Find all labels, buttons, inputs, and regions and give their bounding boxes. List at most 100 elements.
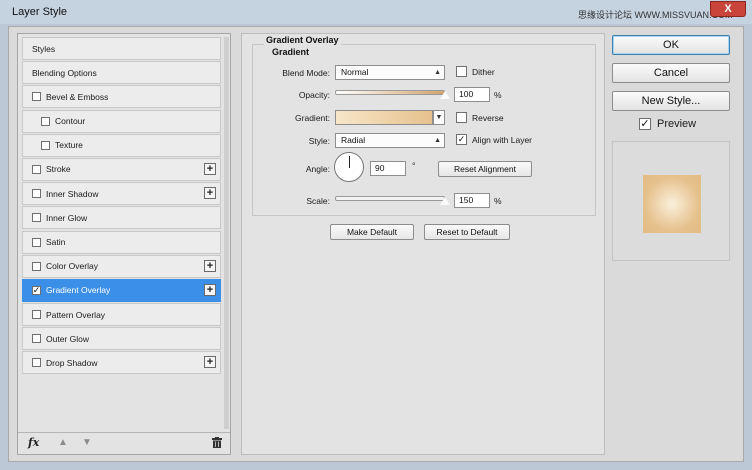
sidebar-checkbox[interactable] [32, 164, 41, 174]
sidebar-item-label: Pattern Overlay [46, 309, 106, 320]
add-effect-plus-icon[interactable]: + [204, 162, 216, 175]
align-checkbox[interactable]: ✓ [456, 134, 467, 145]
sidebar-checkbox[interactable] [32, 334, 41, 344]
opacity-slider-thumb[interactable] [439, 90, 451, 100]
reverse-option[interactable]: Reverse [456, 112, 504, 123]
blend-mode-value: Normal [341, 67, 369, 77]
sidebar-item-label: Stroke [46, 164, 71, 175]
sidebar-item-bevel-emboss[interactable]: Bevel & Emboss [22, 85, 221, 109]
reset-to-default-button[interactable]: Reset to Default [424, 224, 510, 240]
sidebar-item-stroke[interactable]: Stroke + [22, 157, 221, 181]
sidebar-item-gradient-overlay[interactable]: ✓ Gradient Overlay + [22, 278, 221, 302]
sidebar-checkbox[interactable] [32, 92, 41, 102]
sidebar-checkbox[interactable]: ✓ [32, 285, 41, 295]
angle-dial[interactable] [334, 152, 364, 182]
sidebar-item-texture[interactable]: Texture [22, 133, 221, 157]
sidebar-checkbox[interactable] [32, 310, 41, 320]
sidebar-item-satin[interactable]: Satin [22, 230, 221, 254]
title-bar[interactable]: Layer Style 思缘设计论坛 WWW.MISSVUAN.COM X [0, 0, 752, 24]
sidebar-scrollbar[interactable] [224, 37, 229, 429]
sidebar-item-inner-glow[interactable]: Inner Glow [22, 206, 221, 230]
align-label: Align with Layer [472, 134, 533, 145]
close-button[interactable]: X [710, 1, 746, 17]
align-option[interactable]: ✓ Align with Layer [456, 134, 532, 145]
sidebar-checkbox[interactable] [32, 358, 41, 368]
sidebar-footer: fx ▲ ▼ [18, 432, 230, 454]
gradient-label: Gradient: [295, 113, 330, 123]
preview-checkbox[interactable]: ✓ [639, 118, 651, 130]
gradient-dropdown[interactable]: ▼ [433, 110, 445, 125]
sidebar-item-label: Texture [55, 140, 83, 151]
sidebar-checkbox[interactable] [41, 116, 50, 126]
sidebar-checkbox[interactable] [32, 189, 41, 199]
select-arrow-icon: ▲ [434, 137, 441, 144]
add-effect-plus-icon[interactable]: + [204, 259, 216, 272]
sidebar-item-drop-shadow[interactable]: Drop Shadow + [22, 351, 221, 375]
style-select[interactable]: Radial ▲ [335, 133, 445, 148]
sidebar-checkbox[interactable] [32, 261, 41, 271]
chevron-down-icon: ▼ [435, 114, 443, 121]
styles-sidebar: Styles Blending Options Bevel & Emboss Cont… [17, 33, 231, 455]
ok-button[interactable]: OK [612, 35, 730, 55]
angle-label: Angle: [305, 164, 330, 174]
preview-option[interactable]: ✓ Preview [639, 118, 696, 130]
dither-label: Dither [472, 66, 495, 77]
opacity-unit: % [494, 90, 502, 100]
window-title: Layer Style [12, 6, 68, 18]
sidebar-checkbox[interactable] [32, 213, 41, 223]
sidebar-item-color-overlay[interactable]: Color Overlay + [22, 254, 221, 278]
panel-subtitle: Gradient [272, 47, 310, 57]
scale-slider-track[interactable] [335, 196, 445, 201]
style-label: Style: [308, 136, 330, 146]
blend-mode-select[interactable]: Normal ▲ [335, 65, 445, 80]
sidebar-item-blending-options[interactable]: Blending Options [22, 61, 221, 85]
sidebar-item-label: Blending Options [32, 67, 97, 78]
sidebar-item-label: Bevel & Emboss [46, 91, 109, 102]
sidebar-item-label: Inner Shadow [46, 188, 99, 199]
scale-unit: % [494, 196, 502, 206]
opacity-label: Opacity: [298, 90, 330, 100]
gradient-swatch[interactable] [335, 110, 433, 125]
new-style-button[interactable]: New Style... [612, 91, 730, 111]
angle-input[interactable]: 90 [370, 161, 406, 176]
sidebar-checkbox[interactable] [41, 140, 50, 150]
sidebar-item-label: Satin [46, 237, 66, 247]
arrow-up-icon[interactable]: ▲ [58, 437, 68, 448]
opacity-input[interactable]: 100 [454, 87, 490, 102]
dither-option[interactable]: Dither [456, 66, 495, 77]
scale-slider-thumb[interactable] [439, 196, 451, 206]
sidebar-item-outer-glow[interactable]: Outer Glow [22, 327, 221, 351]
angle-unit: ° [412, 161, 416, 171]
angle-needle [349, 156, 350, 168]
opacity-slider-track[interactable] [335, 90, 445, 95]
sidebar-item-label: Contour [55, 116, 86, 127]
make-default-button[interactable]: Make Default [330, 224, 414, 240]
dither-checkbox[interactable] [456, 66, 467, 77]
add-effect-plus-icon[interactable]: + [204, 356, 216, 369]
sidebar-item-inner-shadow[interactable]: Inner Shadow + [22, 182, 221, 206]
add-effect-plus-icon[interactable]: + [204, 283, 216, 296]
dialog-body: Styles Blending Options Bevel & Emboss Cont… [8, 26, 744, 462]
sidebar-item-label: Gradient Overlay [46, 285, 111, 296]
add-effect-plus-icon[interactable]: + [204, 187, 216, 200]
fx-icon[interactable]: fx [28, 436, 39, 449]
gradient-overlay-panel: Gradient Overlay Gradient Blend Mode: No… [241, 33, 605, 455]
scale-input[interactable]: 150 [454, 193, 490, 208]
preview-swatch [643, 175, 701, 233]
arrow-down-icon[interactable]: ▼ [82, 437, 92, 448]
reverse-label: Reverse [472, 112, 504, 123]
sidebar-item-styles[interactable]: Styles [22, 37, 221, 60]
sidebar-item-pattern-overlay[interactable]: Pattern Overlay [22, 303, 221, 327]
trash-icon[interactable] [212, 437, 222, 448]
blend-mode-label: Blend Mode: [282, 68, 330, 78]
reset-alignment-button[interactable]: Reset Alignment [438, 161, 532, 177]
sidebar-item-label: Outer Glow [46, 333, 89, 344]
styles-list: Styles Blending Options Bevel & Emboss Cont… [22, 37, 221, 376]
preview-box [612, 141, 730, 261]
select-arrow-icon: ▲ [434, 69, 441, 76]
preview-label: Preview [657, 118, 697, 130]
cancel-button[interactable]: Cancel [612, 63, 730, 83]
reverse-checkbox[interactable] [456, 112, 467, 123]
sidebar-checkbox[interactable] [32, 237, 41, 247]
sidebar-item-contour[interactable]: Contour [22, 109, 221, 133]
